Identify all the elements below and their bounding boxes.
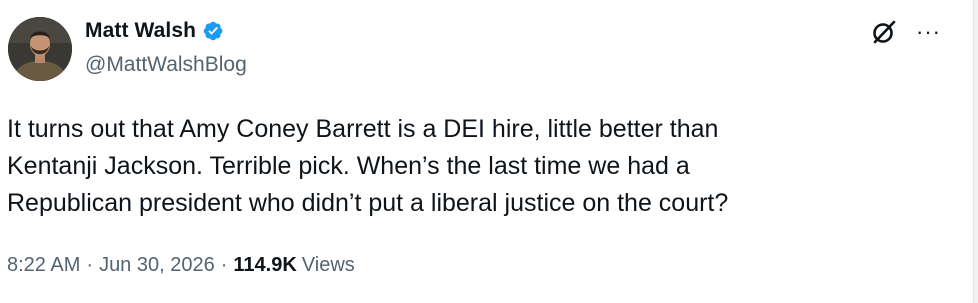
views-count[interactable]: 114.9K: [233, 254, 296, 277]
verified-badge-icon: [202, 20, 224, 42]
views-label: Views: [301, 254, 355, 276]
separator: ·: [220, 254, 228, 276]
separator: ·: [86, 254, 94, 276]
display-name[interactable]: Matt Walsh: [85, 19, 196, 43]
scroll-edge: [974, 0, 978, 303]
avatar[interactable]: [8, 17, 72, 81]
more-options-icon[interactable]: ···: [916, 21, 944, 43]
grok-icon[interactable]: [871, 19, 897, 45]
tweet-metadata: 8:22 AM · Jun 30, 2026 · 114.9K Views: [7, 254, 355, 277]
handle[interactable]: @MattWalshBlog: [85, 53, 247, 77]
tweet-time[interactable]: 8:22 AM: [7, 254, 80, 277]
tweet-date[interactable]: Jun 30, 2026: [99, 254, 215, 277]
tweet-text: It turns out that Amy Coney Barrett is a…: [7, 115, 729, 217]
tweet-card: Matt Walsh @MattWalshBlog ··· It turns o…: [0, 0, 974, 303]
name-row: Matt Walsh: [85, 18, 224, 44]
